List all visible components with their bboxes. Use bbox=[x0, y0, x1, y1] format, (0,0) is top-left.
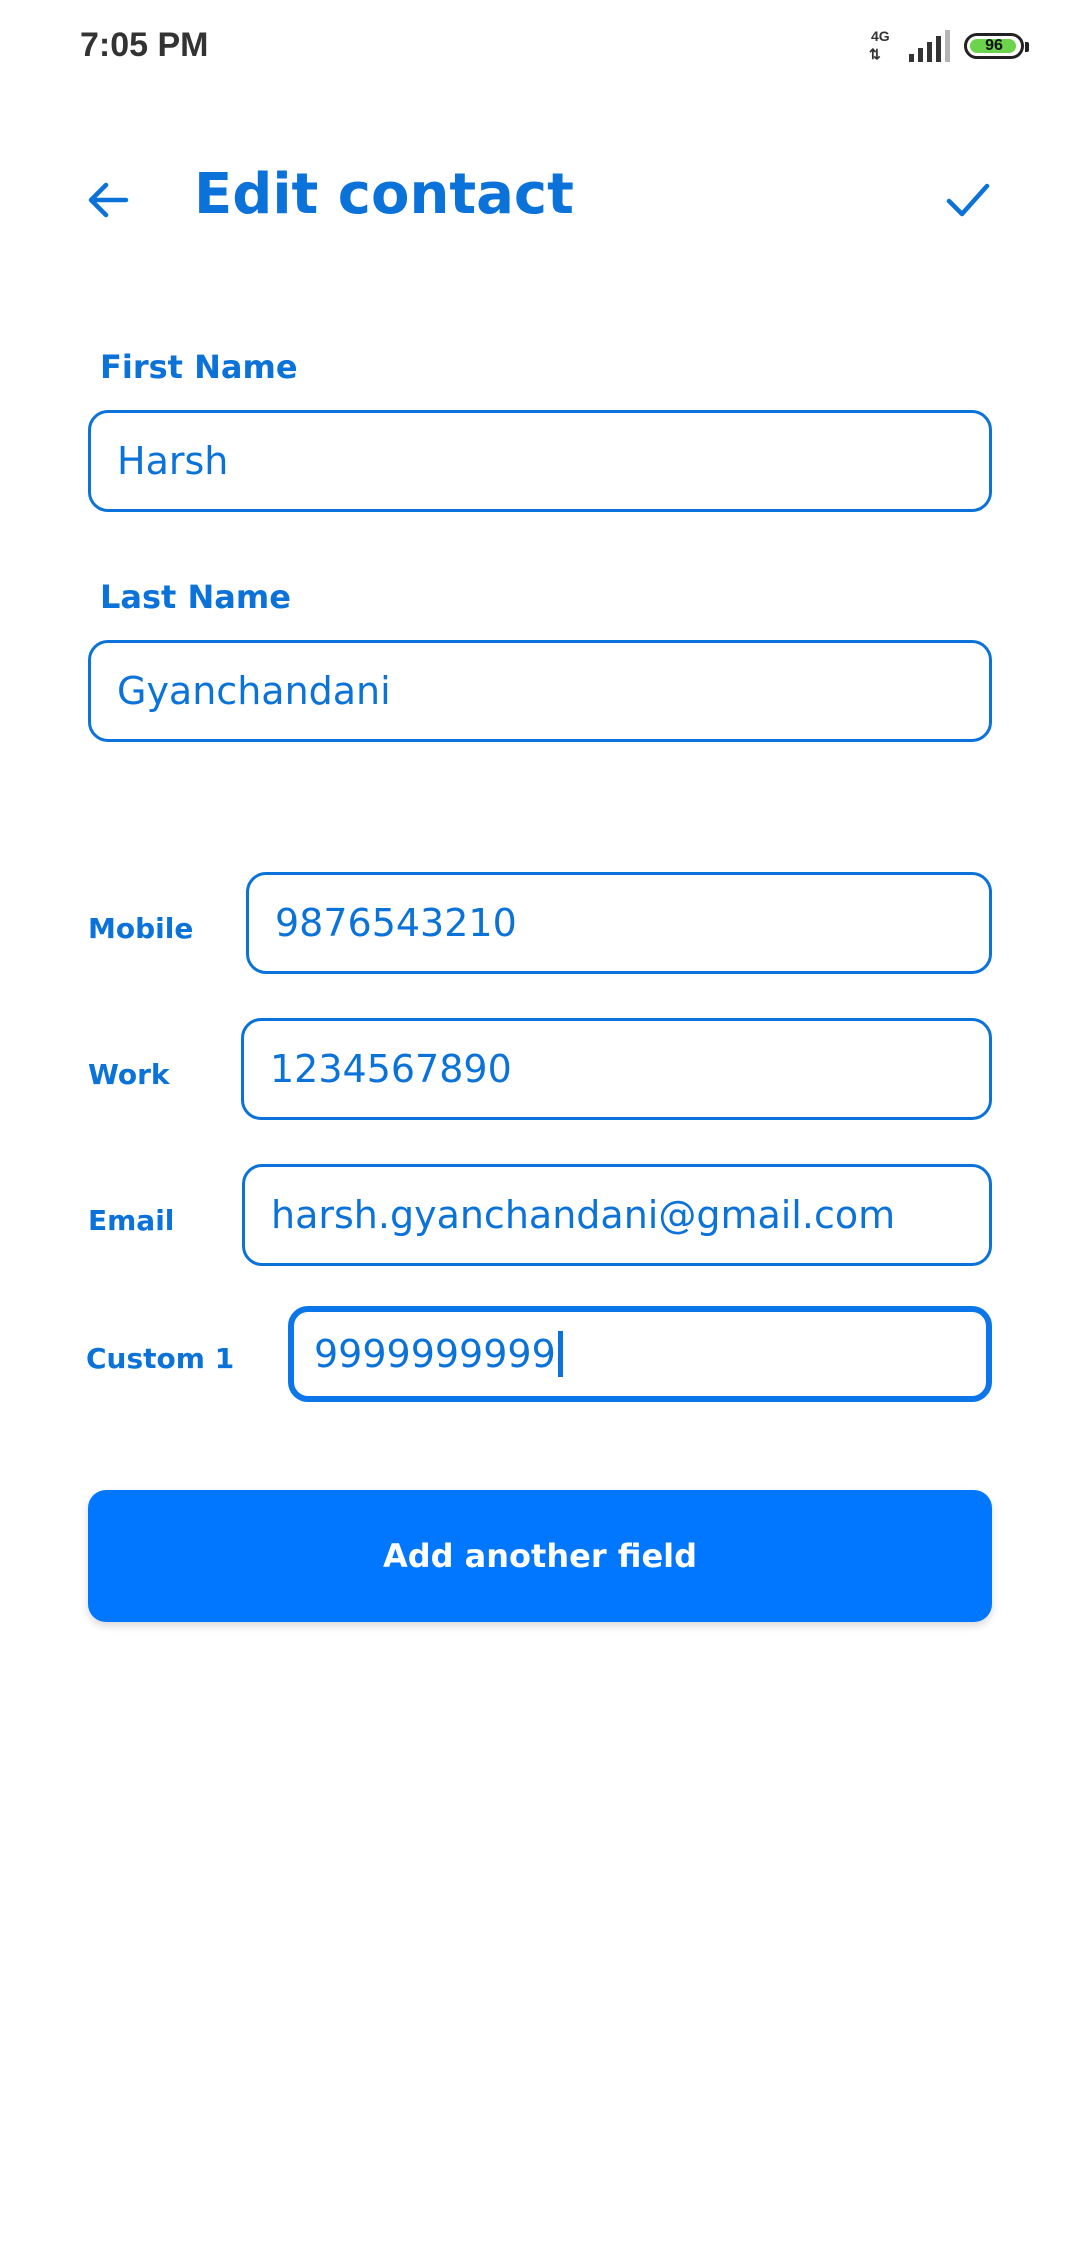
custom-1-value: 9999999999 bbox=[314, 1332, 556, 1376]
signal-icon bbox=[909, 30, 950, 62]
network-type-icon: 4G ⇅ bbox=[867, 28, 895, 64]
battery-icon: 96 bbox=[964, 33, 1029, 59]
last-name-label: Last Name bbox=[100, 578, 291, 616]
back-arrow-icon bbox=[88, 182, 129, 218]
battery-level: 96 bbox=[985, 37, 1003, 54]
mobile-input[interactable]: 9876543210 bbox=[246, 872, 992, 974]
network-arrows: ⇅ bbox=[869, 46, 881, 62]
custom-1-input[interactable]: 9999999999 bbox=[288, 1306, 992, 1402]
app-header: Edit contact bbox=[0, 140, 1080, 250]
page-title: Edit contact bbox=[194, 162, 574, 227]
mobile-value: 9876543210 bbox=[275, 901, 517, 945]
status-time: 7:05 PM bbox=[80, 26, 209, 64]
last-name-input[interactable]: Gyanchandani bbox=[88, 640, 992, 742]
first-name-input[interactable]: Harsh bbox=[88, 410, 992, 512]
save-button[interactable] bbox=[938, 170, 998, 230]
checkmark-icon bbox=[946, 183, 990, 217]
work-value: 1234567890 bbox=[270, 1047, 512, 1091]
text-cursor bbox=[557, 1331, 563, 1377]
email-input[interactable]: harsh.gyanchandani@gmail.com bbox=[242, 1164, 992, 1266]
work-input[interactable]: 1234567890 bbox=[241, 1018, 992, 1120]
add-another-field-button[interactable]: Add another field bbox=[88, 1490, 992, 1622]
first-name-value: Harsh bbox=[117, 439, 229, 483]
email-value: harsh.gyanchandani@gmail.com bbox=[271, 1193, 896, 1237]
status-icons: 4G ⇅ 96 bbox=[867, 28, 1029, 64]
back-button[interactable] bbox=[80, 172, 136, 228]
work-label: Work bbox=[88, 1058, 170, 1091]
first-name-label: First Name bbox=[100, 348, 298, 386]
custom-1-label: Custom 1 bbox=[86, 1342, 235, 1375]
email-label: Email bbox=[88, 1204, 175, 1237]
network-type-label: 4G bbox=[871, 28, 890, 44]
mobile-label: Mobile bbox=[88, 912, 194, 945]
status-bar: 7:05 PM 4G ⇅ 96 bbox=[0, 0, 1080, 96]
last-name-value: Gyanchandani bbox=[117, 669, 391, 713]
